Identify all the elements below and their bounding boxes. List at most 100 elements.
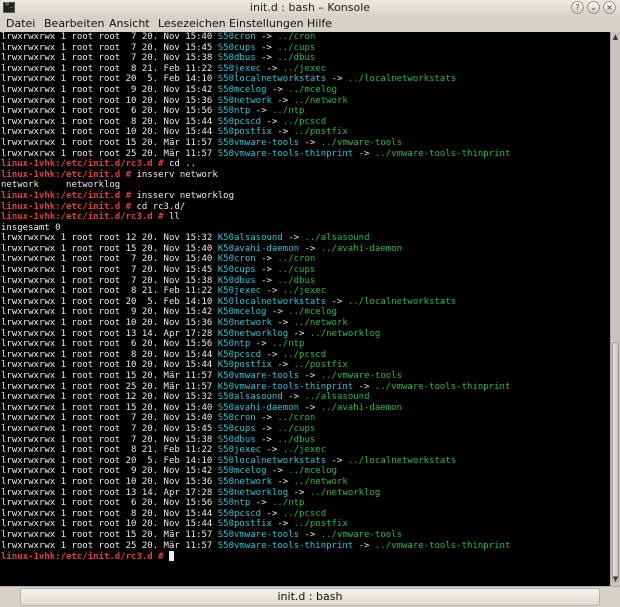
terminal-line-symlink: lrwxrwxrwx 1 root root 6 20. Nov 15:56 S… — [0, 106, 610, 117]
file-meta: lrwxrwxrwx 1 root root 7 20. Nov 15:38 — [1, 434, 218, 445]
symlink-arrow: -> — [299, 137, 321, 148]
terminal-line-symlink: lrwxrwxrwx 1 root root 15 20. Mär 11:57 … — [0, 530, 610, 541]
menu-datei[interactable]: Datei — [6, 17, 35, 30]
symlink-arrow: -> — [282, 392, 305, 403]
symlink-target: ../ntp — [271, 498, 305, 509]
file-meta: lrwxrwxrwx 1 root root 7 20. Nov 15:40 — [1, 254, 218, 265]
file-meta: lrwxrwxrwx 1 root root 15 20. Mär 11:57 — [1, 137, 218, 148]
symlink-target: ../alsasound — [304, 392, 370, 403]
terminal-line-symlink: lrwxrwxrwx 1 root root 15 20. Mär 11:57 … — [0, 371, 610, 382]
symlink-arrow: -> — [271, 318, 294, 329]
symlink-name: S50jexec — [217, 63, 262, 74]
title-bar[interactable]: init.d : bash – Konsole ? ⌄ × — [0, 0, 620, 17]
terminal-line-symlink: lrwxrwxrwx 1 root root 10 20. Nov 15:44 … — [0, 360, 610, 371]
symlink-arrow: -> — [255, 413, 278, 424]
terminal-line-symlink: lrwxrwxrwx 1 root root 15 20. Nov 15:40 … — [0, 244, 610, 255]
symlink-target: ../vmware-tools — [320, 529, 402, 540]
file-meta: lrwxrwxrwx 1 root root 15 20. Mär 11:57 — [1, 371, 218, 381]
symlink-target: ../cups — [277, 42, 316, 53]
symlink-arrow: -> — [261, 445, 283, 456]
symlink-arrow: -> — [255, 254, 278, 265]
symlink-target: ../dbus — [277, 434, 316, 445]
symlink-name: K50networklog — [217, 328, 289, 339]
terminal-line-symlink: lrwxrwxrwx 1 root root 9 20. Nov 15:42 S… — [0, 85, 610, 96]
file-meta: lrwxrwxrwx 1 root root 7 20. Nov 15:45 — [1, 265, 218, 276]
menu-ansicht[interactable]: Ansicht — [109, 17, 150, 30]
file-meta: lrwxrwxrwx 1 root root 6 20. Nov 15:56 — [1, 498, 218, 509]
file-meta: lrwxrwxrwx 1 root root 10 20. Nov 15:36 — [1, 95, 218, 106]
symlink-name: S50dbus — [217, 434, 256, 445]
scrollbar-thumb[interactable] — [612, 342, 619, 582]
symlink-target: ../avahi-daemon — [320, 402, 402, 413]
terminal-line-symlink: lrwxrwxrwx 1 root root 7 20. Nov 15:45 S… — [0, 43, 610, 54]
symlink-name: K50mcelog — [217, 307, 267, 318]
file-meta: lrwxrwxrwx 1 root root 8 20. Nov 15:44 — [1, 116, 218, 127]
symlink-name: S50jexec — [217, 445, 262, 456]
file-meta: lrwxrwxrwx 1 root root 20 5. Feb 14:10 — [1, 296, 218, 307]
file-meta: lrwxrwxrwx 1 root root 13 14. Apr 17:28 — [1, 328, 218, 339]
symlink-name: S50ntp — [217, 498, 251, 509]
symlink-name: K50jexec — [217, 286, 262, 297]
symlink-arrow: -> — [250, 106, 272, 117]
symlink-name: S50localnetworkstats — [217, 455, 327, 466]
symlink-arrow: -> — [326, 74, 348, 85]
symlink-name: K50alsasound — [217, 233, 283, 244]
shell-prompt: linux-1vhk:/etc/init.d # — [1, 190, 137, 201]
symlink-target: ../vmware-tools — [320, 137, 402, 148]
terminal-line-symlink: lrwxrwxrwx 1 root root 15 20. Nov 15:40 … — [0, 403, 610, 414]
file-meta: lrwxrwxrwx 1 root root 15 20. Nov 15:40 — [1, 243, 218, 254]
symlink-arrow: -> — [255, 53, 278, 64]
terminal-line-symlink: lrwxrwxrwx 1 root root 7 20. Nov 15:38 K… — [0, 276, 610, 287]
file-meta: lrwxrwxrwx 1 root root 25 20. Mär 11:57 — [1, 381, 218, 392]
menu-bearbeiten[interactable]: Bearbeiten — [44, 17, 104, 30]
symlink-target: ../dbus — [277, 53, 316, 64]
symlink-name: S50network — [217, 95, 272, 106]
symlink-arrow: -> — [261, 349, 283, 360]
symlink-target: ../vmware-tools — [320, 371, 402, 381]
symlink-target: ../jexec — [282, 445, 327, 456]
symlink-target: ../ntp — [271, 106, 305, 117]
symlink-arrow: -> — [266, 307, 289, 318]
minimize-icon[interactable]: ⌄ — [587, 1, 600, 14]
symlink-name: S50vmware-tools — [217, 529, 300, 540]
shell-prompt: linux-1vhk:/etc/init.d/rc3.d # — [1, 212, 169, 223]
shell-command: insserv network — [136, 169, 218, 180]
file-meta: lrwxrwxrwx 1 root root 8 21. Feb 11:22 — [1, 286, 218, 297]
symlink-target: ../pcscd — [282, 349, 327, 360]
scroll-down-icon[interactable]: ▼ — [611, 575, 620, 584]
terminal-line-symlink: lrwxrwxrwx 1 root root 10 20. Nov 15:44 … — [0, 127, 610, 138]
menu-einstellungen[interactable]: Einstellungen — [229, 17, 304, 30]
symlink-name: K50vmware-tools-thinprint — [217, 381, 354, 392]
close-icon[interactable]: × — [603, 1, 616, 14]
tab-bar: init.d : bash — [0, 586, 620, 607]
shell-command: cd .. — [168, 159, 197, 170]
file-meta: lrwxrwxrwx 1 root root 8 21. Feb 11:22 — [1, 63, 218, 74]
symlink-name: K50network — [217, 318, 272, 329]
menu-lesezeichen[interactable]: Lesezeichen — [158, 17, 226, 30]
help-icon[interactable]: ? — [571, 1, 584, 14]
terminal-line-symlink: lrwxrwxrwx 1 root root 9 20. Nov 15:42 K… — [0, 307, 610, 318]
terminal-output[interactable]: lrwxrwxrwx 1 root root 7 20. Nov 15:40 S… — [0, 32, 610, 586]
terminal-line-prompt: linux-1vhk:/etc/init.d/rc3.d # ll — [0, 212, 610, 223]
scroll-up-icon[interactable]: ▲ — [611, 33, 620, 42]
symlink-name: S50vmware-tools — [217, 137, 300, 148]
terminal-line-symlink: lrwxrwxrwx 1 root root 25 20. Mär 11:57 … — [0, 541, 610, 552]
symlink-arrow: -> — [255, 423, 278, 434]
symlink-name: K50avahi-daemon — [217, 243, 300, 254]
terminal-scrollbar[interactable]: ▲ ▼ — [610, 32, 620, 586]
symlink-name: K50pcscd — [217, 349, 262, 360]
terminal-line-symlink: lrwxrwxrwx 1 root root 10 20. Nov 15:36 … — [0, 96, 610, 107]
window-title: init.d : bash – Konsole — [249, 1, 371, 14]
file-meta: lrwxrwxrwx 1 root root 10 20. Nov 15:36 — [1, 476, 218, 487]
terminal-line-symlink: lrwxrwxrwx 1 root root 25 20. Mär 11:57 … — [0, 149, 610, 160]
symlink-target: ../network — [293, 95, 348, 106]
menu-hilfe[interactable]: Hilfe — [307, 17, 332, 30]
terminal-line-symlink: lrwxrwxrwx 1 root root 8 20. Nov 15:44 S… — [0, 509, 610, 520]
file-meta: lrwxrwxrwx 1 root root 10 20. Nov 15:36 — [1, 318, 218, 329]
symlink-target: ../pcscd — [282, 116, 327, 127]
symlink-arrow: -> — [326, 455, 348, 466]
tab-bash[interactable]: init.d : bash — [20, 588, 600, 606]
symlink-target: ../networklog — [309, 487, 381, 498]
symlink-name: S50pcscd — [217, 116, 262, 127]
symlink-name: S50cron — [217, 413, 256, 424]
